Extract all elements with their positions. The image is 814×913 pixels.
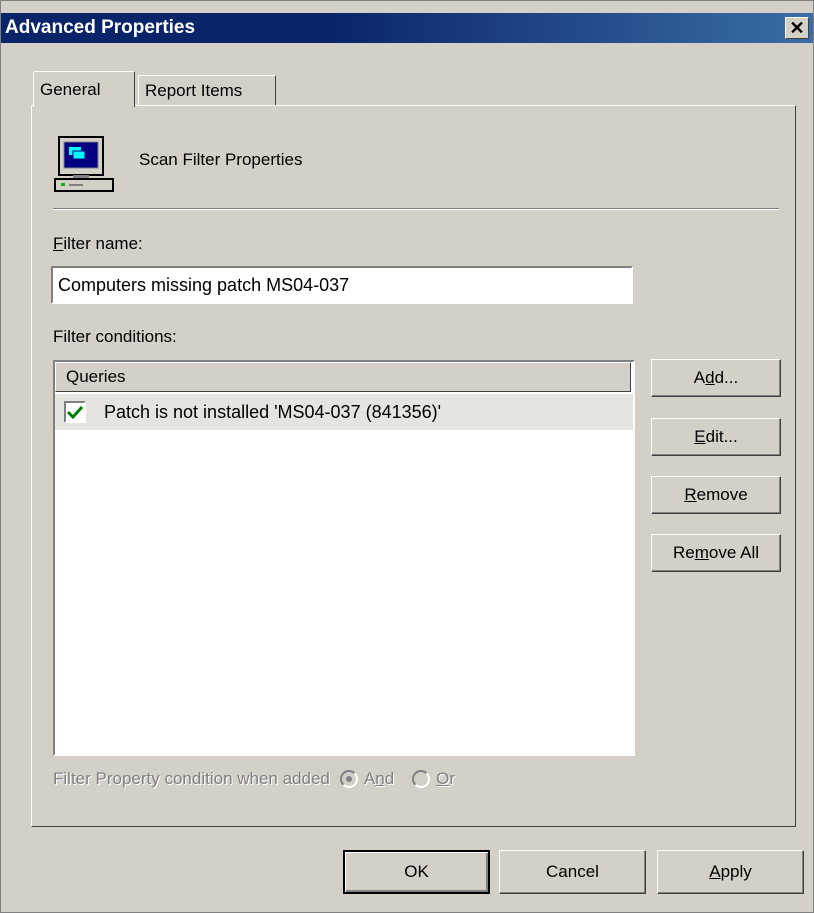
tab-general-label: General — [40, 79, 101, 99]
cancel-button[interactable]: Cancel — [499, 850, 646, 894]
general-tab-panel — [31, 105, 796, 827]
window-title: Advanced Properties — [5, 17, 196, 38]
advanced-properties-dialog: Advanced Properties ✕ General Report Ite… — [0, 0, 814, 913]
apply-button[interactable]: Apply — [657, 850, 804, 894]
tab-report-items-label: Report Items — [145, 80, 243, 100]
close-button[interactable]: ✕ — [785, 17, 809, 39]
ok-button[interactable]: OK — [343, 850, 490, 894]
title-bar[interactable]: Advanced Properties ✕ — [1, 13, 813, 43]
tab-report-items[interactable]: Report Items — [138, 75, 276, 105]
close-icon: ✕ — [789, 18, 805, 38]
tab-general[interactable]: General — [33, 71, 135, 107]
